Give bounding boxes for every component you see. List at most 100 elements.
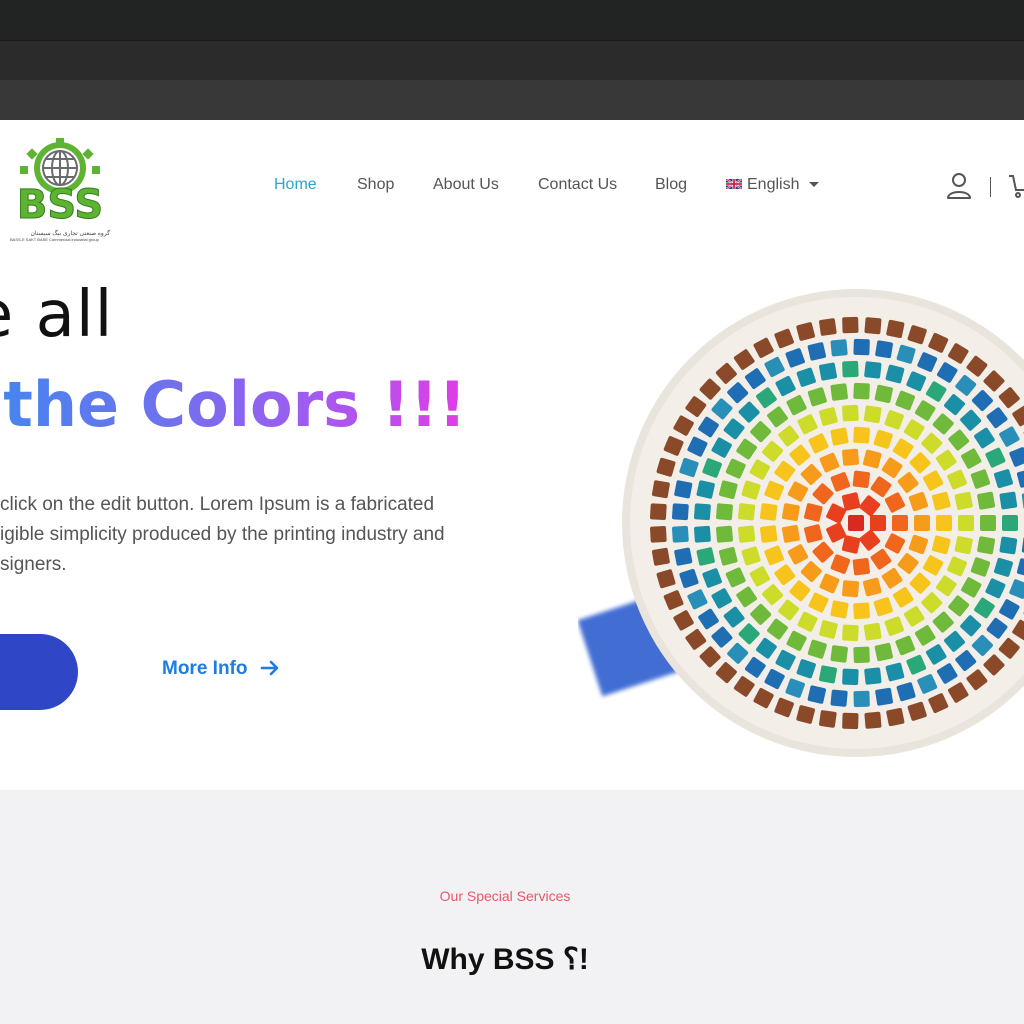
mosaic-tile	[875, 687, 893, 706]
logo-tagline: گروه صنعتی تجاری بیگ سیستان BASS-E SAKT …	[10, 231, 110, 242]
mosaic-tile	[875, 340, 893, 359]
mosaic-tile	[842, 712, 859, 730]
mosaic-tile	[954, 536, 973, 555]
bss-logo-icon[interactable]: BSS	[8, 138, 120, 238]
mosaic-tile	[853, 602, 870, 620]
mosaic-tile	[737, 503, 756, 521]
mosaic-tile	[874, 384, 893, 404]
mosaic-tile	[842, 448, 860, 466]
mosaic-tile	[830, 339, 848, 357]
nav-home[interactable]: Home	[274, 176, 317, 194]
mosaic-tile	[980, 515, 996, 531]
arrow-right-icon	[260, 660, 278, 676]
mosaic-tile	[936, 515, 952, 531]
mosaic-tile	[842, 580, 860, 598]
mosaic-tile	[830, 689, 848, 707]
mosaic-tile	[886, 707, 905, 727]
mosaic-tile	[999, 491, 1018, 510]
more-info-label: More Info	[162, 658, 248, 679]
mosaic-tile	[853, 338, 870, 356]
mosaic-tile	[715, 503, 733, 521]
browser-tab-bar	[0, 40, 1024, 80]
chevron-down-icon	[809, 182, 820, 188]
cart-icon[interactable]	[1008, 172, 1024, 200]
mosaic-tile	[737, 525, 756, 543]
mosaic-tile	[853, 382, 870, 400]
mosaic-tile	[977, 536, 996, 555]
mosaic-tile	[693, 525, 711, 543]
mosaic-tile	[848, 515, 864, 531]
mosaic-tile	[830, 427, 849, 446]
hero-title-line1: re all	[0, 278, 114, 352]
mosaic-tile	[977, 491, 996, 510]
mosaic-tile	[674, 547, 693, 566]
mosaic-tile	[830, 600, 849, 619]
mosaic-tile	[999, 536, 1018, 555]
mosaic-tile	[819, 318, 837, 336]
hero-description-line: signers.	[0, 554, 67, 575]
mosaic-tile	[842, 404, 859, 422]
browser-top-bar	[0, 0, 1024, 40]
mosaic-tile	[715, 525, 733, 543]
hero-title-line2: t the Colors !!!	[0, 368, 466, 441]
mosaic-tile	[649, 525, 667, 543]
hero-description: click on the edit button. Lorem Ipsum is…	[0, 490, 500, 580]
mosaic-tile	[696, 547, 715, 566]
browser-address-bar	[0, 80, 1024, 120]
mosaic-tile	[671, 503, 689, 521]
mosaic-tile	[649, 503, 667, 521]
mosaic-tile	[781, 524, 800, 543]
nav-contact-us[interactable]: Contact Us	[538, 176, 617, 194]
user-icon[interactable]	[946, 172, 972, 200]
mosaic-tile	[892, 515, 908, 531]
hero-description-line: igible simplicity produced by the printi…	[0, 524, 445, 545]
mosaic-tile	[651, 480, 670, 499]
language-switcher[interactable]: English	[726, 176, 820, 194]
hero-description-line: click on the edit button. Lorem Ipsum is…	[0, 494, 435, 515]
more-info-link[interactable]: More Info	[162, 658, 280, 680]
header-divider	[990, 177, 991, 197]
site-header	[0, 120, 1024, 258]
mosaic-tile	[819, 665, 838, 684]
mosaic-tile	[842, 316, 859, 334]
mosaic-tile	[1002, 515, 1018, 531]
mosaic-tile	[651, 547, 670, 566]
mosaic-tile	[842, 668, 859, 686]
mosaic-tile	[693, 503, 711, 521]
language-label: English	[747, 176, 800, 193]
mosaic-tile	[671, 525, 689, 543]
nav-blog[interactable]: Blog	[655, 176, 687, 194]
mosaic-tile	[781, 503, 800, 522]
hero-cta-button[interactable]	[0, 634, 78, 710]
mosaic-plate-image	[578, 289, 1024, 757]
mosaic-tile	[958, 515, 974, 531]
mosaic-tile	[853, 426, 870, 444]
mosaic-tile	[842, 360, 859, 378]
uk-flag-icon	[726, 178, 742, 189]
nav-about-us[interactable]: About Us	[433, 176, 499, 194]
mosaic-tile	[819, 362, 838, 381]
mosaic-tile	[852, 470, 870, 489]
mosaic-tile	[954, 491, 973, 510]
mosaic-tile	[886, 319, 905, 339]
services-eyebrow: Our Special Services	[439, 888, 571, 904]
mosaic-tile	[674, 480, 693, 499]
mosaic-tile	[874, 642, 893, 662]
mosaic-tile	[863, 622, 882, 641]
mosaic-tile	[853, 646, 870, 664]
mosaic-tile	[842, 624, 859, 642]
mosaic-tile	[759, 503, 778, 521]
nav-shop[interactable]: Shop	[357, 176, 394, 194]
mosaic-tile	[830, 383, 848, 401]
mosaic-tile	[853, 690, 870, 708]
mosaic-tile	[864, 361, 882, 379]
mosaic-tile	[870, 515, 886, 531]
mosaic-tile	[759, 525, 778, 543]
mosaic-tile	[830, 645, 848, 663]
mosaic-tile	[819, 710, 837, 728]
mosaic-tile	[852, 557, 870, 576]
mosaic-tile	[863, 405, 882, 424]
mosaic-tile	[914, 515, 930, 531]
mosaic-tile	[864, 667, 882, 685]
mosaic-tile	[864, 317, 882, 335]
